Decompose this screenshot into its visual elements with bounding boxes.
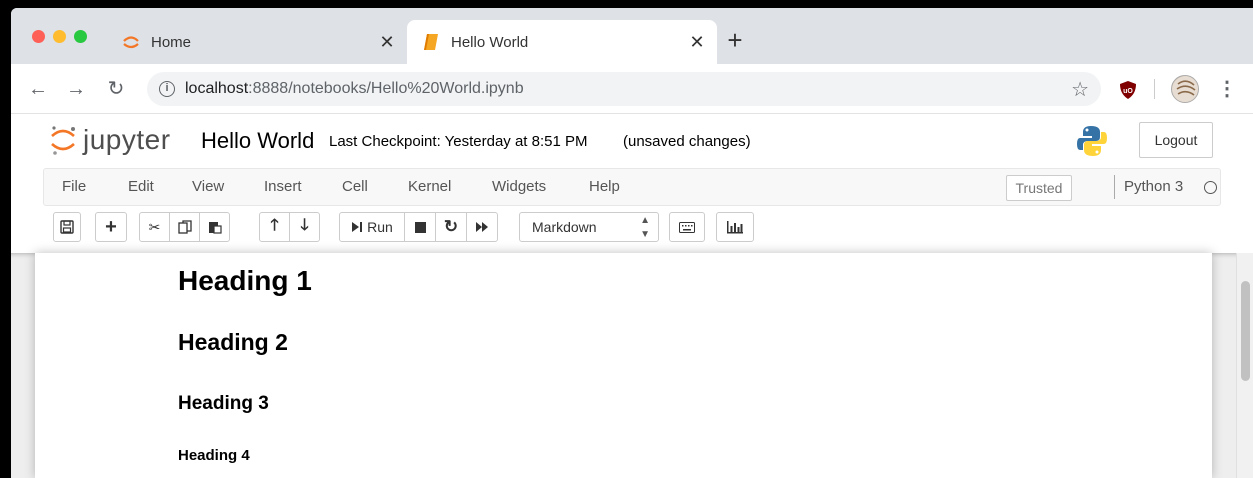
markdown-heading-2: Heading 2 xyxy=(178,329,288,355)
back-icon[interactable]: ← xyxy=(25,76,51,102)
scrollbar[interactable] xyxy=(1236,253,1253,478)
stop-icon xyxy=(414,221,426,233)
trusted-indicator[interactable]: Trusted xyxy=(1006,175,1072,201)
browser-window: Home ✕ Hello World ✕ + ← → ↻ i localhost… xyxy=(11,8,1253,478)
url-host: localhost xyxy=(185,80,249,97)
close-tab-icon[interactable]: ✕ xyxy=(687,32,707,52)
scrollbar-thumb[interactable] xyxy=(1241,281,1250,381)
restart-button[interactable]: ↻ xyxy=(435,212,467,242)
resource-usage-button[interactable] xyxy=(716,212,754,242)
notebook-name[interactable]: Hello World xyxy=(201,128,314,154)
restart-run-all-button[interactable] xyxy=(466,212,498,242)
markdown-heading-4: Heading 4 xyxy=(178,447,250,464)
svg-text:uO: uO xyxy=(1123,88,1133,95)
insert-cell-button[interactable]: + xyxy=(95,212,127,242)
plus-icon: + xyxy=(105,215,117,238)
save-icon xyxy=(60,220,74,234)
arrow-down-icon: 🡓 xyxy=(300,216,309,234)
notebook-page: Heading 1 Heading 2 Heading 3 Heading 4 xyxy=(35,253,1212,478)
bar-chart-icon xyxy=(727,221,743,234)
paste-button[interactable] xyxy=(199,212,230,242)
kernel-idle-icon xyxy=(1204,181,1217,194)
tab-title: Home xyxy=(151,33,192,51)
keyboard-icon xyxy=(679,221,695,233)
more-menu-icon[interactable]: ⋮ xyxy=(1217,77,1237,101)
move-down-button[interactable]: 🡓 xyxy=(289,212,320,242)
fast-forward-icon xyxy=(476,222,488,232)
menu-cell[interactable]: Cell xyxy=(342,169,368,205)
tab-strip: Home ✕ Hello World ✕ + xyxy=(11,8,1253,64)
autosave-status: (unsaved changes) xyxy=(623,133,751,150)
menu-widgets[interactable]: Widgets xyxy=(492,169,546,205)
jupyter-logo-icon xyxy=(51,126,75,155)
save-button[interactable] xyxy=(53,212,81,242)
menu-kernel[interactable]: Kernel xyxy=(408,169,451,205)
tab-home[interactable]: Home ✕ xyxy=(107,20,407,64)
logout-button[interactable]: Logout xyxy=(1139,122,1213,158)
jupyter-header: jupyter Hello World Last Checkpoint: Yes… xyxy=(11,114,1253,166)
checkpoint-status: Last Checkpoint: Yesterday at 8:51 PM xyxy=(329,133,588,150)
copy-button[interactable] xyxy=(169,212,200,242)
close-window-button[interactable] xyxy=(32,30,45,43)
move-up-button[interactable]: 🡑 xyxy=(259,212,290,242)
minimize-window-button[interactable] xyxy=(53,30,66,43)
restart-icon: ↻ xyxy=(443,217,459,236)
arrow-up-icon: 🡑 xyxy=(270,216,279,234)
close-tab-icon[interactable]: ✕ xyxy=(377,32,397,52)
command-palette-button[interactable] xyxy=(669,212,705,242)
jupyter-wordmark: jupyter xyxy=(83,124,171,155)
kernel-name[interactable]: Python 3 xyxy=(1124,169,1183,205)
url-field[interactable]: i localhost:8888/notebooks/Hello%20World… xyxy=(147,72,1101,106)
cell-type-value: Markdown xyxy=(532,219,597,235)
menu-insert[interactable]: Insert xyxy=(264,169,302,205)
profile-avatar[interactable] xyxy=(1171,75,1199,103)
markdown-heading-1: Heading 1 xyxy=(178,265,312,296)
menu-view[interactable]: View xyxy=(192,169,224,205)
cut-button[interactable]: ✂ xyxy=(139,212,170,242)
interrupt-button[interactable] xyxy=(404,212,436,242)
run-button[interactable]: Run xyxy=(339,212,405,242)
jupyter-favicon-icon xyxy=(121,32,141,52)
bookmark-star-icon[interactable]: ☆ xyxy=(1071,77,1089,102)
ublock-shield-icon[interactable]: uO xyxy=(1119,80,1137,100)
menu-edit[interactable]: Edit xyxy=(128,169,154,205)
cell-type-select[interactable]: Markdown ▲ ▼ xyxy=(519,212,659,242)
info-icon[interactable]: i xyxy=(159,81,175,97)
menu-file[interactable]: File xyxy=(62,169,86,205)
menu-help[interactable]: Help xyxy=(589,169,620,205)
notebook-area: Heading 1 Heading 2 Heading 3 Heading 4 xyxy=(11,253,1253,478)
python-logo-icon xyxy=(1075,124,1109,158)
run-label: Run xyxy=(367,219,393,235)
notebook-favicon-icon xyxy=(421,32,441,52)
markdown-heading-3: Heading 3 xyxy=(178,393,269,414)
maximize-window-button[interactable] xyxy=(74,30,87,43)
reload-icon[interactable]: ↻ xyxy=(103,76,129,102)
step-forward-icon xyxy=(352,222,363,232)
copy-icon xyxy=(177,220,192,234)
tab-hello-world[interactable]: Hello World ✕ xyxy=(407,20,717,64)
jupyter-logo[interactable]: jupyter xyxy=(49,122,199,158)
tab-title: Hello World xyxy=(451,33,529,51)
url-path: :8888/notebooks/Hello%20World.ipynb xyxy=(248,80,524,97)
select-arrows-icon: ▲ ▼ xyxy=(640,215,650,240)
notebook-toolbar: + ✂ 🡑 🡓 Run ↻ Markdown ▲ ▼ xyxy=(43,208,1221,250)
new-tab-button[interactable]: + xyxy=(721,26,749,54)
menubar: File Edit View Insert Cell Kernel Widget… xyxy=(43,168,1221,206)
toolbar-divider xyxy=(1154,79,1155,99)
kernel-divider xyxy=(1114,175,1115,199)
paste-icon xyxy=(208,222,222,234)
address-bar-row: ← → ↻ i localhost:8888/notebooks/Hello%2… xyxy=(11,64,1253,114)
forward-icon[interactable]: → xyxy=(63,76,89,102)
scissors-icon: ✂ xyxy=(148,218,161,235)
